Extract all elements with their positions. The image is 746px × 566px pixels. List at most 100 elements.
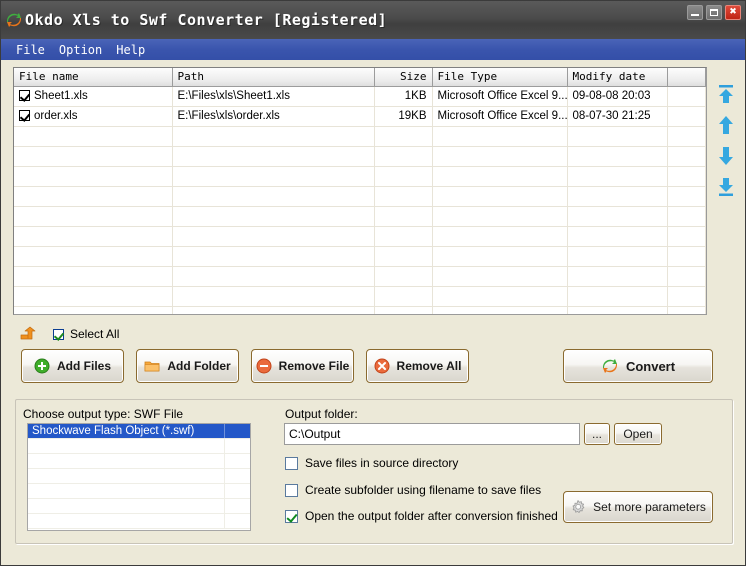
- plus-circle-green-icon: [34, 358, 50, 374]
- cell-spacer: [667, 86, 706, 106]
- remove-all-label: Remove All: [397, 359, 462, 373]
- move-down-button[interactable]: [715, 145, 737, 167]
- add-folder-label: Add Folder: [167, 359, 230, 373]
- file-list[interactable]: File name Path Size File Type Modify dat…: [13, 67, 707, 315]
- arrow-down-icon: [715, 145, 737, 167]
- minimize-button[interactable]: [687, 5, 703, 20]
- table-row[interactable]: order.xls E:\Files\xls\order.xls 19KB Mi…: [14, 106, 706, 126]
- window-controls: ✖: [687, 5, 741, 20]
- cross-circle-red-icon: [374, 358, 390, 374]
- cell-path: E:\Files\xls\order.xls: [172, 106, 374, 126]
- window-title: Okdo Xls to Swf Converter [Registered]: [25, 11, 387, 29]
- add-files-label: Add Files: [57, 359, 111, 373]
- cell-size: 1KB: [374, 86, 432, 106]
- output-type-option-empty[interactable]: [28, 469, 250, 484]
- arrow-up-icon: [715, 114, 737, 136]
- menu-bar: File Option Help: [1, 39, 745, 60]
- browse-folder-button[interactable]: ...: [584, 423, 610, 445]
- file-name-text: order.xls: [34, 110, 77, 122]
- output-type-option-empty[interactable]: [28, 499, 250, 514]
- output-type-option-empty[interactable]: [28, 439, 250, 454]
- file-name-text: Sheet1.xls: [34, 90, 88, 102]
- table-row-empty[interactable]: [14, 186, 706, 206]
- open-folder-button[interactable]: Open: [614, 423, 662, 445]
- minus-circle-red-icon: [256, 358, 272, 374]
- cell-modify-date: 08-07-30 21:25: [567, 106, 667, 126]
- set-more-parameters-button[interactable]: Set more parameters: [563, 491, 713, 523]
- set-more-parameters-label: Set more parameters: [593, 500, 706, 514]
- create-subfolder-checkbox[interactable]: Create subfolder using filename to save …: [285, 483, 541, 497]
- remove-file-label: Remove File: [279, 359, 350, 373]
- create-subfolder-box: [285, 484, 298, 497]
- maximize-button[interactable]: [706, 5, 722, 20]
- menu-file[interactable]: File: [9, 42, 52, 58]
- save-in-source-directory-label: Save files in source directory: [305, 456, 458, 470]
- menu-option[interactable]: Option: [52, 42, 109, 58]
- menu-help[interactable]: Help: [109, 42, 152, 58]
- application-window: Okdo Xls to Swf Converter [Registered] ✖…: [0, 0, 746, 566]
- row-checkbox[interactable]: [19, 110, 30, 121]
- file-list-table: File name Path Size File Type Modify dat…: [14, 68, 706, 315]
- move-to-top-button[interactable]: [715, 83, 737, 105]
- column-header-modify-date[interactable]: Modify date: [567, 68, 667, 86]
- arrow-to-top-icon: [715, 83, 737, 105]
- output-folder-label: Output folder:: [285, 407, 358, 421]
- gear-icon: [570, 499, 586, 515]
- title-bar: Okdo Xls to Swf Converter [Registered] ✖: [1, 1, 745, 39]
- create-subfolder-label: Create subfolder using filename to save …: [305, 483, 541, 497]
- move-up-button[interactable]: [715, 114, 737, 136]
- table-row[interactable]: Sheet1.xls E:\Files\xls\Sheet1.xls 1KB M…: [14, 86, 706, 106]
- output-type-list[interactable]: Shockwave Flash Object (*.swf): [27, 423, 251, 531]
- output-type-option-empty[interactable]: [28, 454, 250, 469]
- cell-file-type: Microsoft Office Excel 9...: [432, 86, 567, 106]
- open-output-folder-box: [285, 510, 298, 523]
- close-button[interactable]: ✖: [725, 5, 741, 20]
- row-checkbox[interactable]: [19, 90, 30, 101]
- table-row-empty[interactable]: [14, 286, 706, 306]
- table-row-empty[interactable]: [14, 206, 706, 226]
- output-folder-input[interactable]: [284, 423, 580, 445]
- move-to-bottom-button[interactable]: [715, 176, 737, 198]
- add-folder-button[interactable]: Add Folder: [136, 349, 239, 383]
- convert-label: Convert: [626, 359, 675, 374]
- output-type-option[interactable]: Shockwave Flash Object (*.swf): [28, 424, 250, 439]
- table-row-empty[interactable]: [14, 246, 706, 266]
- up-folder-icon[interactable]: [19, 326, 39, 342]
- choose-output-type-label: Choose output type: SWF File: [23, 407, 183, 421]
- table-row-empty[interactable]: [14, 266, 706, 286]
- table-row-empty[interactable]: [14, 126, 706, 146]
- open-output-folder-label: Open the output folder after conversion …: [305, 509, 558, 523]
- app-swirl-icon: [5, 11, 23, 29]
- select-all-row: Select All: [19, 325, 119, 343]
- save-in-source-directory-checkbox[interactable]: Save files in source directory: [285, 456, 458, 470]
- open-output-folder-checkbox[interactable]: Open the output folder after conversion …: [285, 509, 558, 523]
- table-row-empty[interactable]: [14, 166, 706, 186]
- cell-size: 19KB: [374, 106, 432, 126]
- output-type-option-empty[interactable]: [28, 484, 250, 499]
- cell-file-name: Sheet1.xls: [14, 86, 172, 106]
- table-row-empty[interactable]: [14, 226, 706, 246]
- cell-modify-date: 09-08-08 20:03: [567, 86, 667, 106]
- column-header-size[interactable]: Size: [374, 68, 432, 86]
- select-all-checkbox[interactable]: [53, 329, 64, 340]
- column-header-file-name[interactable]: File name: [14, 68, 172, 86]
- output-type-option-label: Shockwave Flash Object (*.swf): [32, 425, 194, 437]
- output-type-option-empty[interactable]: [28, 514, 250, 529]
- cell-file-type: Microsoft Office Excel 9...: [432, 106, 567, 126]
- arrow-to-bottom-icon: [715, 176, 737, 198]
- remove-all-button[interactable]: Remove All: [366, 349, 469, 383]
- column-header-spacer[interactable]: [667, 68, 706, 86]
- column-header-file-type[interactable]: File Type: [432, 68, 567, 86]
- cell-file-name: order.xls: [14, 106, 172, 126]
- file-list-body: Sheet1.xls E:\Files\xls\Sheet1.xls 1KB M…: [14, 86, 706, 315]
- cell-path: E:\Files\xls\Sheet1.xls: [172, 86, 374, 106]
- action-buttons: Add Files Add Folder Remove File Remove …: [21, 349, 469, 383]
- remove-file-button[interactable]: Remove File: [251, 349, 354, 383]
- add-files-button[interactable]: Add Files: [21, 349, 124, 383]
- table-row-empty[interactable]: [14, 306, 706, 315]
- table-row-empty[interactable]: [14, 146, 706, 166]
- column-header-path[interactable]: Path: [172, 68, 374, 86]
- swirl-green-orange-icon: [601, 357, 619, 375]
- convert-button[interactable]: Convert: [563, 349, 713, 383]
- cell-spacer: [667, 106, 706, 126]
